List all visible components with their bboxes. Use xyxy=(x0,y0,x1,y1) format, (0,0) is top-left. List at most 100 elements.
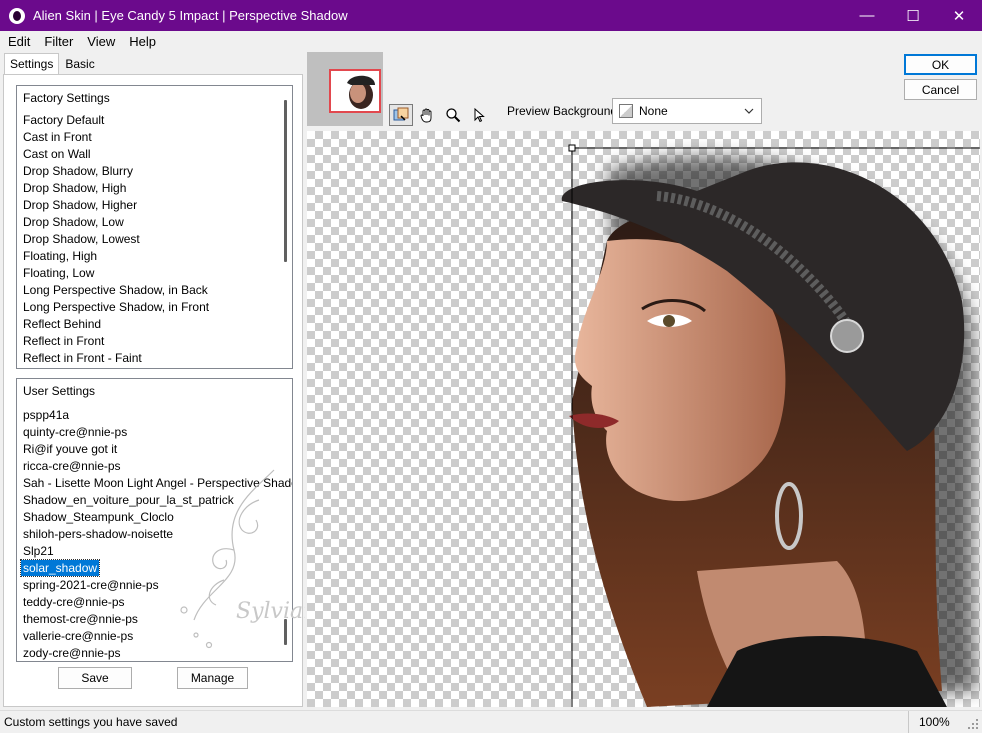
factory-list-item-label: Drop Shadow, Higher xyxy=(23,198,138,212)
cancel-button[interactable]: Cancel xyxy=(904,79,977,100)
factory-list-item[interactable]: Cast in Front xyxy=(23,129,209,146)
factory-list-item-label: Drop Shadow, High xyxy=(23,181,127,195)
manage-button[interactable]: Manage xyxy=(177,667,248,689)
tab-settings[interactable]: Settings xyxy=(4,53,60,75)
ok-button[interactable]: OK xyxy=(904,54,977,75)
navigator-thumbnail[interactable] xyxy=(307,52,383,126)
user-settings-list[interactable]: User Settings pspp41a quinty-cre@nnie-ps R… xyxy=(16,378,293,662)
factory-list-item-label: Drop Shadow, Lowest xyxy=(23,232,140,246)
user-list-item-label: Sah - Lisette Moon Light Angel - Perspec… xyxy=(23,476,293,490)
factory-list-item[interactable]: Factory Default xyxy=(23,112,209,129)
factory-list-item[interactable]: Long Perspective Shadow, in Back xyxy=(23,282,209,299)
user-list-scrollbar[interactable] xyxy=(284,619,287,645)
menu-view[interactable]: View xyxy=(80,34,122,49)
minimize-button[interactable]: — xyxy=(844,0,890,31)
settings-panel: Settings Basic Factory Settings Factory … xyxy=(0,51,314,707)
factory-list-item[interactable]: Floating, High xyxy=(23,248,209,265)
user-settings-heading: User Settings xyxy=(23,384,96,398)
factory-list-item-label: Cast in Front xyxy=(23,130,92,144)
user-list-item[interactable]: pspp41a xyxy=(23,407,292,424)
factory-list-item[interactable]: Drop Shadow, Low xyxy=(23,214,209,231)
factory-list-item[interactable]: Cast on Wall xyxy=(23,146,209,163)
background-swatch-icon xyxy=(619,104,633,118)
status-message: Custom settings you have saved xyxy=(4,715,178,729)
factory-list-item[interactable]: Drop Shadow, Higher xyxy=(23,197,209,214)
navigator-viewport-frame[interactable] xyxy=(329,69,381,113)
guide-handle[interactable] xyxy=(568,144,576,152)
preview-canvas[interactable] xyxy=(307,131,980,707)
user-list-item[interactable]: ricca-cre@nnie-ps xyxy=(23,458,292,475)
user-list-item-label: Slp21 xyxy=(23,544,54,558)
factory-list-item[interactable]: Drop Shadow, Lowest xyxy=(23,231,209,248)
user-list-item[interactable]: Sah - Lisette Moon Light Angel - Perspec… xyxy=(23,475,293,492)
factory-list-item[interactable]: Reflect in Front - Faint xyxy=(23,350,209,367)
settings-tab-pane: Factory Settings Factory Default Cast in … xyxy=(3,74,314,707)
user-list-item[interactable]: themost-cre@nnie-ps xyxy=(23,611,292,628)
user-list-item[interactable]: spring-2021-cre@nnie-ps xyxy=(23,577,292,594)
user-list-item[interactable]: quinty-cre@nnie-ps xyxy=(23,424,292,441)
factory-list-item[interactable]: Drop Shadow, Blurry xyxy=(23,163,209,180)
close-button[interactable]: ✕ xyxy=(936,0,982,31)
factory-list-item[interactable]: Reflect in Front xyxy=(23,333,209,350)
user-list-item[interactable]: vallerie-cre@nnie-ps xyxy=(23,628,292,645)
preview-background-select[interactable]: None xyxy=(612,98,762,124)
factory-list-item-label: Cast on Wall xyxy=(23,147,91,161)
user-list-item[interactable]: solar_shadow xyxy=(19,559,292,577)
menu-edit[interactable]: Edit xyxy=(0,34,37,49)
preview-image xyxy=(561,144,980,707)
menu-bar: Edit Filter View Help xyxy=(0,31,982,51)
hand-icon xyxy=(420,108,432,123)
factory-list-item-label: Reflect in Front - Faint xyxy=(23,351,142,365)
factory-list-item-label: Long Perspective Shadow, in Back xyxy=(23,283,208,297)
arrow-pointer-icon xyxy=(474,107,485,123)
factory-list-item[interactable]: Drop Shadow, High xyxy=(23,180,209,197)
factory-list-item[interactable]: Floating, Low xyxy=(23,265,209,282)
user-list-item-label: solar_shadow xyxy=(19,559,101,577)
minimize-icon: — xyxy=(859,7,875,24)
user-list-item[interactable]: Slp21 xyxy=(23,543,292,560)
factory-list-item[interactable]: Long Perspective Shadow, in Front xyxy=(23,299,209,316)
save-button[interactable]: Save xyxy=(58,667,132,689)
navigator-icon xyxy=(393,107,409,121)
tab-basic[interactable]: Basic xyxy=(59,53,100,73)
factory-list-item-label: Drop Shadow, Blurry xyxy=(23,164,134,178)
resize-grip-icon[interactable] xyxy=(967,718,979,730)
user-list-item-label: Shadow_en_voiture_pour_la_st_patrick xyxy=(23,493,234,507)
preview-background-label: Preview Background: xyxy=(507,104,621,118)
user-list-item-label: themost-cre@nnie-ps xyxy=(23,612,138,626)
user-list-item[interactable]: Shadow_en_voiture_pour_la_st_patrick xyxy=(23,492,292,509)
user-list-item-label: ricca-cre@nnie-ps xyxy=(23,459,121,473)
maximize-button[interactable]: ☐ xyxy=(890,0,936,31)
factory-list-item-label: Reflect Behind xyxy=(23,317,102,331)
pointer-tool-button[interactable] xyxy=(467,104,491,126)
factory-settings-list[interactable]: Factory Settings Factory Default Cast in … xyxy=(16,85,293,369)
user-list-item[interactable]: zody-cre@nnie-ps xyxy=(23,645,292,661)
factory-list-item-label: Floating, Low xyxy=(23,266,95,280)
zoom-tool-button[interactable] xyxy=(441,104,465,126)
factory-list-item-label: Reflect in Front xyxy=(23,334,105,348)
user-list-item-label: vallerie-cre@nnie-ps xyxy=(23,629,134,643)
factory-list-item-label: Long Perspective Shadow, in Front xyxy=(23,300,210,314)
user-list-item-label: quinty-cre@nnie-ps xyxy=(23,425,128,439)
title-bar: Alien Skin | Eye Candy 5 Impact | Perspe… xyxy=(0,0,982,31)
user-list-item[interactable]: shiloh-pers-shadow-noisette xyxy=(23,526,292,543)
user-list-item-label: Shadow_Steampunk_Cloclo xyxy=(23,510,174,524)
status-bar: Custom settings you have saved 100% xyxy=(0,710,982,733)
factory-list-item-label: Drop Shadow, Low xyxy=(23,215,124,229)
close-icon: ✕ xyxy=(952,7,966,25)
preview-panel: Preview Background: None OK Cancel xyxy=(305,51,982,707)
factory-list-item[interactable]: Reflect Behind xyxy=(23,316,209,333)
factory-list-item-label: Floating, High xyxy=(23,249,98,263)
alien-skin-app-icon xyxy=(9,7,25,24)
user-list-item[interactable]: Shadow_Steampunk_Cloclo xyxy=(23,509,292,526)
menu-filter[interactable]: Filter xyxy=(37,34,80,49)
menu-help[interactable]: Help xyxy=(122,34,163,49)
user-list-item[interactable]: Ri@if youve got it xyxy=(23,441,292,458)
user-list-item[interactable]: teddy-cre@nnie-ps xyxy=(23,594,292,611)
user-list-item-label: shiloh-pers-shadow-noisette xyxy=(23,527,174,541)
hand-tool-button[interactable] xyxy=(415,104,439,126)
chevron-down-icon xyxy=(744,108,754,114)
preview-background-value: None xyxy=(639,104,668,118)
navigator-tool-button[interactable] xyxy=(389,104,413,126)
factory-list-scrollbar[interactable] xyxy=(284,100,287,262)
